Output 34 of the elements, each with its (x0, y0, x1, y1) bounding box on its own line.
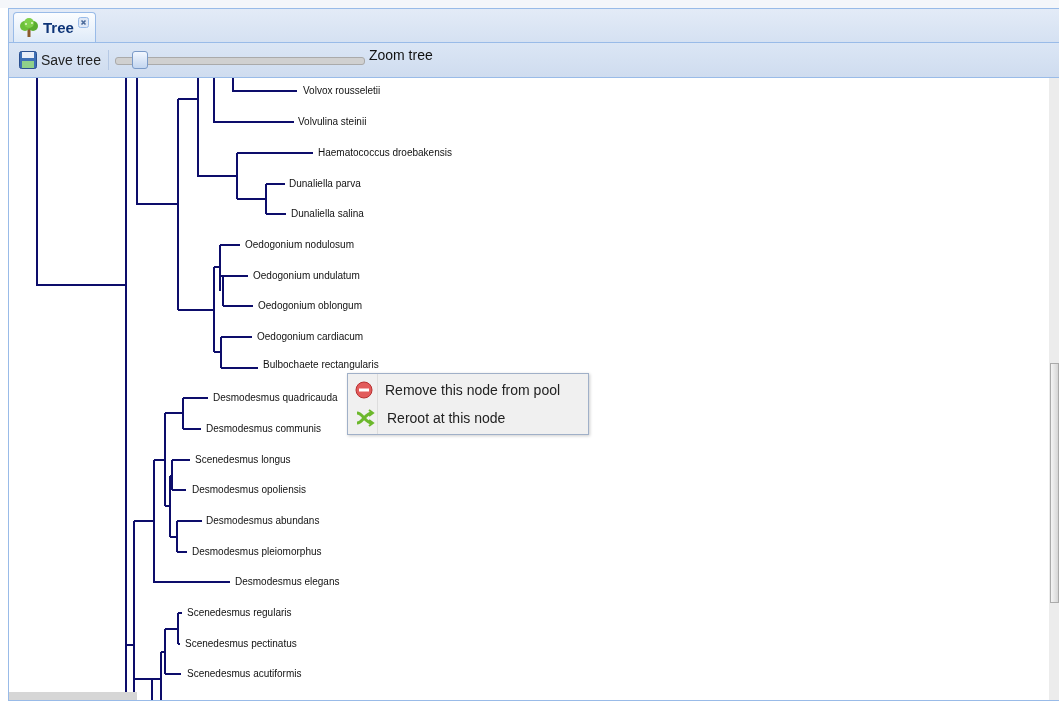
tree-tab[interactable]: Tree (13, 12, 96, 42)
leaf-label[interactable]: Oedogonium nodulosum (245, 238, 354, 252)
leaf-label[interactable]: Oedogonium undulatum (253, 269, 360, 283)
leaf-label[interactable]: Desmodesmus opoliensis (192, 483, 306, 497)
slider-thumb[interactable] (132, 51, 149, 69)
horizontal-scrollbar-thumb[interactable] (9, 692, 137, 700)
zoom-label: Zoom tree (368, 47, 433, 63)
leaf-label[interactable]: Oedogonium oblongum (258, 299, 362, 313)
leaf-label[interactable]: Volvulina steinii (298, 115, 367, 129)
leaf-label[interactable]: Volvox rousseletii (303, 84, 381, 98)
leaf-label[interactable]: Desmodesmus abundans (206, 514, 320, 528)
leaf-label[interactable]: Desmodesmus quadricauda (213, 391, 338, 405)
leaf-label[interactable]: Desmodesmus communis (206, 422, 322, 436)
leaf-label[interactable]: Desmodesmus elegans (235, 575, 340, 589)
leaf-label[interactable]: Oedogonium cardiacum (257, 330, 364, 344)
save-button[interactable]: Save tree (17, 49, 103, 71)
vertical-scrollbar[interactable] (1049, 78, 1059, 700)
scrollbar-thumb[interactable] (1050, 363, 1059, 603)
leaf-label[interactable]: Bulbochaete rectangularis (263, 358, 379, 372)
leaf-label[interactable]: Scenedesmus regularis (187, 606, 292, 620)
remove-icon (355, 381, 373, 399)
leaf-label[interactable]: Desmodesmus pleiomorphus (192, 545, 322, 559)
menu-item[interactable]: Remove this node from pool (348, 376, 588, 404)
crossed-arrows-icon (355, 409, 375, 427)
leaf-label[interactable]: Dunaliella salina (291, 207, 364, 221)
leaf-label[interactable]: Scenedesmus longus (195, 453, 291, 467)
tree-icon (19, 17, 39, 38)
leaf-label[interactable]: Scenedesmus acutiformis (187, 667, 302, 681)
menu-item[interactable]: Reroot at this node (348, 404, 588, 432)
close-icon[interactable] (77, 17, 89, 28)
zoom-slider[interactable] (114, 51, 365, 69)
leaf-label[interactable]: Haematococcus droebakensis (318, 146, 452, 160)
leaf-label[interactable]: Dunaliella parva (289, 177, 361, 191)
leaf-label[interactable]: Scenedesmus pectinatus (185, 637, 297, 651)
